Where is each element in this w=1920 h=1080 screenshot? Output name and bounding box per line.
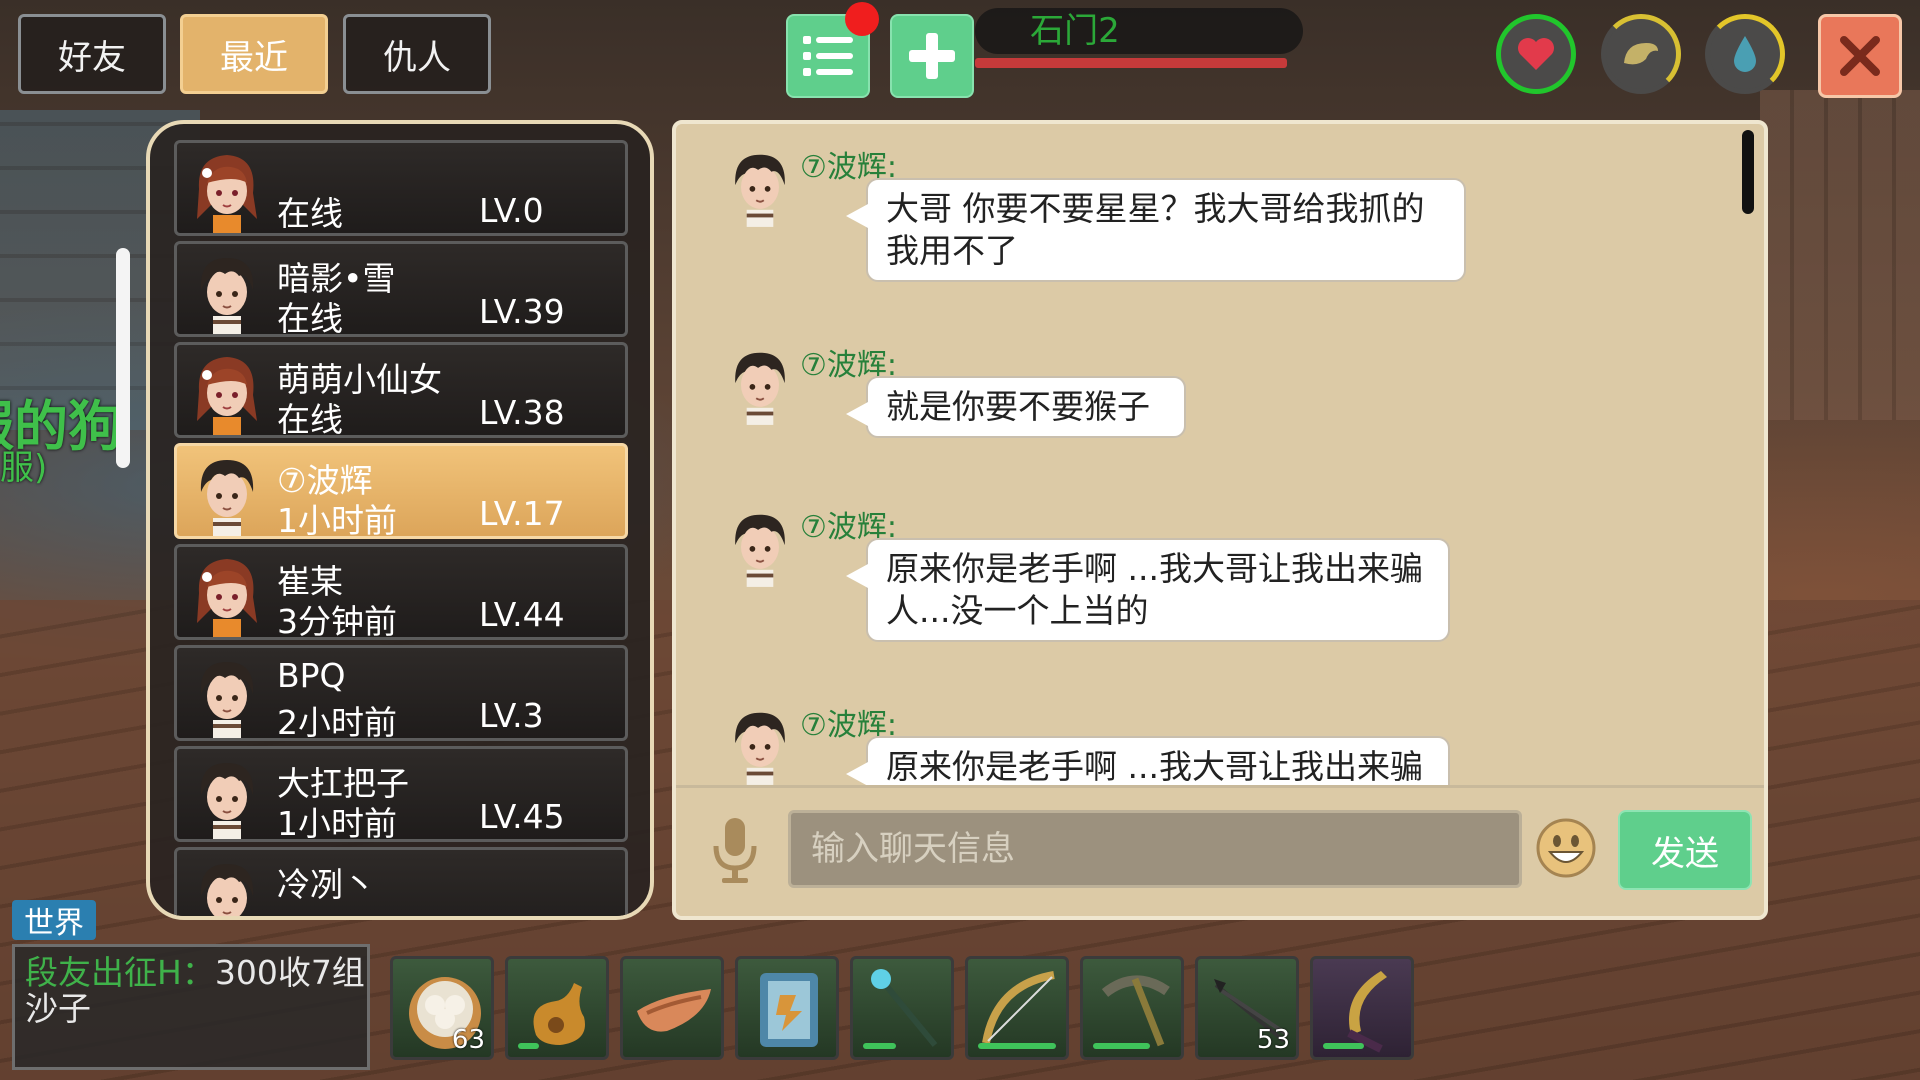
- friend-level: LV.44: [479, 595, 565, 634]
- friend-level: LV.38: [479, 393, 565, 432]
- world-chat-tag[interactable]: 世界: [12, 900, 96, 941]
- friend-row[interactable]: ⑦波辉 1小时前 LV.17: [174, 443, 628, 540]
- hotbar-slot[interactable]: [1080, 956, 1184, 1060]
- friend-row[interactable]: 在线 LV.0: [174, 140, 628, 236]
- durability-bar: [978, 1043, 1056, 1049]
- friend-level: LV.17: [479, 494, 565, 533]
- pickaxe-icon: [1101, 975, 1170, 1047]
- friend-status: 在线: [277, 194, 343, 233]
- hunger-gauge: [1601, 14, 1681, 94]
- gourd-icon: [533, 983, 585, 1045]
- friend-level: LV.3: [479, 696, 544, 735]
- girl-avatar-icon: [197, 357, 257, 435]
- health-gauge: [1496, 14, 1576, 94]
- close-icon: [1840, 36, 1880, 76]
- boy-avatar-icon: [735, 712, 785, 785]
- emoji-button[interactable]: [1534, 816, 1598, 880]
- friend-name: BPQ: [277, 656, 346, 695]
- smiley-icon: [1536, 818, 1596, 878]
- hotbar-slot[interactable]: 53: [1195, 956, 1299, 1060]
- staff-icon: [871, 969, 938, 1047]
- chat-input-bar: 发送: [676, 785, 1764, 916]
- boy-avatar-icon: [200, 763, 254, 839]
- friend-name: 冷冽丶: [277, 865, 376, 904]
- send-button[interactable]: 发送: [1618, 810, 1752, 890]
- background-fence: [1760, 90, 1920, 420]
- add-friend-button[interactable]: [890, 14, 974, 98]
- plus-icon: [909, 33, 955, 79]
- friend-level: LV.39: [479, 292, 565, 331]
- chat-scrollbar[interactable]: [1742, 130, 1754, 214]
- durability-bar: [518, 1043, 539, 1049]
- friend-level: LV.45: [479, 797, 565, 836]
- voice-button[interactable]: [710, 816, 760, 886]
- friend-status: 在线: [277, 299, 343, 338]
- item-count: 63: [451, 1025, 485, 1055]
- friend-row[interactable]: 冷冽丶: [174, 847, 628, 916]
- friend-row[interactable]: BPQ 2小时前 LV.3: [174, 645, 628, 742]
- scroll-icon: [760, 973, 818, 1047]
- world-chat-sender: 段友出征H：: [25, 953, 215, 992]
- food-icon: [1624, 43, 1658, 65]
- heart-icon: [1518, 38, 1554, 70]
- boy-avatar-icon: [735, 154, 785, 227]
- friend-status: 1小时前: [277, 804, 397, 843]
- bow-icon: [982, 971, 1055, 1044]
- friend-status: 在线: [277, 400, 343, 439]
- world-chat-box[interactable]: 段友出征H：300收7组沙子: [12, 944, 370, 1070]
- friend-status: 1小时前: [277, 501, 397, 540]
- girl-avatar-icon: [197, 559, 257, 637]
- durability-bar: [1093, 1043, 1151, 1049]
- world-chat-line: 段友出征H：300收7组沙子: [25, 955, 365, 1027]
- tab-recent[interactable]: 最近: [180, 14, 328, 94]
- hotbar-slot[interactable]: [620, 956, 724, 1060]
- health-strip: [975, 58, 1287, 68]
- friend-status: 3分钟前: [277, 602, 397, 641]
- tab-friends[interactable]: 好友: [18, 14, 166, 94]
- hotbar-slot[interactable]: [965, 956, 1069, 1060]
- close-button[interactable]: [1818, 14, 1902, 98]
- hotbar-slot[interactable]: [850, 956, 954, 1060]
- list-icon: [803, 36, 853, 76]
- friend-level: LV.0: [479, 191, 544, 230]
- friends-list-panel: 在线 LV.0 暗影•雪 在线 LV.39 萌萌小仙女 在线 LV.38 ⑦波辉 1小时前 LV.1…: [146, 120, 654, 920]
- background-world-sub: 服): [0, 448, 48, 488]
- durability-bar: [1323, 1043, 1364, 1049]
- tab-enemies[interactable]: 仇人: [343, 14, 491, 94]
- hotbar-slot[interactable]: [1310, 956, 1414, 1060]
- friends-list: 在线 LV.0 暗影•雪 在线 LV.39 萌萌小仙女 在线 LV.38 ⑦波辉 1小时前 LV.1…: [174, 140, 628, 916]
- location-label: 石门2: [1030, 11, 1120, 51]
- message-bubble: 大哥 你要不要星星？我大哥给我抓的我用不了: [846, 178, 1466, 282]
- friends-list-scrollbar[interactable]: [116, 248, 130, 468]
- friend-row[interactable]: 萌萌小仙女 在线 LV.38: [174, 342, 628, 439]
- item-count: 53: [1256, 1025, 1290, 1055]
- boy-avatar-icon: [200, 460, 254, 536]
- blade-icon: [1347, 971, 1387, 1053]
- friend-status: 2小时前: [277, 703, 397, 742]
- boy-avatar-icon: [200, 864, 254, 916]
- hotbar-slot[interactable]: [735, 956, 839, 1060]
- boy-avatar-icon: [735, 514, 785, 587]
- friend-row[interactable]: 大扛把子 1小时前 LV.45: [174, 746, 628, 843]
- message-bubble: 原来你是老手啊 ...我大哥让我出来骗人...没一个上当的: [846, 538, 1450, 642]
- notification-dot: [845, 2, 879, 36]
- hotbar-slot[interactable]: [505, 956, 609, 1060]
- chat-input[interactable]: [788, 810, 1522, 888]
- boy-avatar-icon: [200, 662, 254, 738]
- microphone-icon: [713, 818, 757, 883]
- durability-bar: [863, 1043, 896, 1049]
- girl-avatar-icon: [197, 155, 257, 233]
- message-bubble: 就是你要不要猴子: [846, 376, 1186, 438]
- boy-avatar-icon: [200, 258, 254, 334]
- chat-panel: ⑦波辉: 大哥 你要不要星星？我大哥给我抓的我用不了 ⑦波辉: 就是你要不要猴子 ⑦波辉…: [672, 120, 1768, 920]
- friend-row[interactable]: 暗影•雪 在线 LV.39: [174, 241, 628, 338]
- water-drop-icon: [1734, 36, 1756, 72]
- hotbar-slot[interactable]: 63: [390, 956, 494, 1060]
- friend-row[interactable]: 崔某 3分钟前 LV.44: [174, 544, 628, 641]
- boy-avatar-icon: [735, 352, 785, 425]
- thirst-gauge: [1705, 14, 1785, 94]
- boat-icon: [637, 989, 711, 1032]
